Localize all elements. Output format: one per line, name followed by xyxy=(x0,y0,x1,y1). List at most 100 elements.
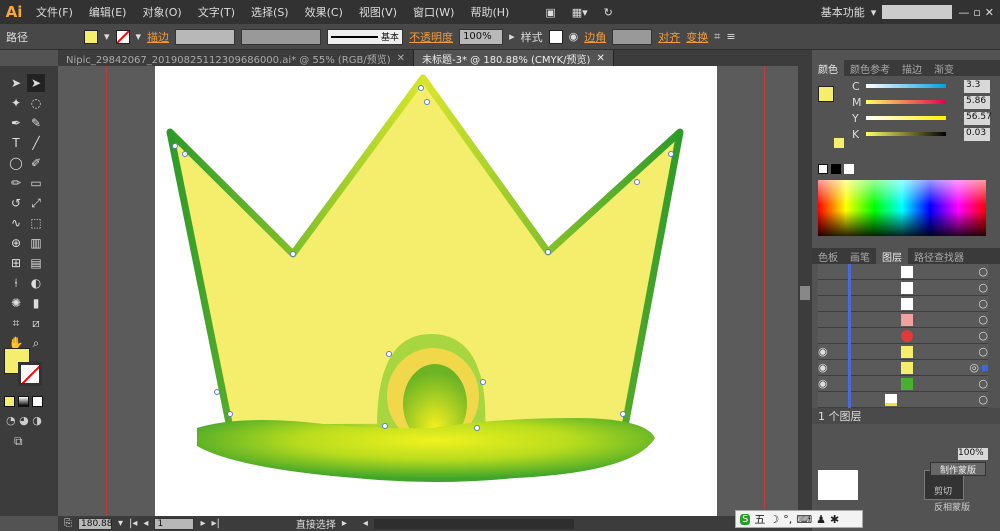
opacity-field[interactable]: 100% xyxy=(459,28,504,45)
stroke-weight-field[interactable] xyxy=(175,28,236,45)
last-artboard-icon[interactable]: ▸| xyxy=(211,518,219,529)
rotate-icon[interactable]: ↺ xyxy=(7,194,25,212)
minimize-icon[interactable]: — xyxy=(958,6,969,19)
stroke-label[interactable]: 描边 xyxy=(147,29,169,45)
zoom-field[interactable]: 180.88 xyxy=(78,517,113,530)
opacity-label[interactable]: 不透明度 xyxy=(409,29,453,45)
stroke-swatch[interactable] xyxy=(115,29,130,44)
ime-settings-icon[interactable]: ✱ xyxy=(830,513,839,526)
tab-brushes[interactable]: 画笔 xyxy=(844,248,876,264)
magenta-value[interactable]: 5.86 xyxy=(964,95,990,109)
recolor-icon[interactable]: ◉ xyxy=(569,30,579,43)
color-mode-icon[interactable] xyxy=(4,396,15,407)
panel-out-of-gamut-icon[interactable] xyxy=(834,138,844,148)
ime-toolbar[interactable]: S 五 ☽ °, ⌨ ♟ ✱ xyxy=(735,510,863,528)
arrange-icon[interactable]: ▦▾ xyxy=(564,6,596,19)
ime-user-icon[interactable]: ♟ xyxy=(816,513,826,526)
tab-color-guide[interactable]: 颜色参考 xyxy=(844,60,896,76)
black-slider[interactable] xyxy=(866,132,946,136)
tab-document-1[interactable]: Nipic_29842067_20190825112309686000.ai* … xyxy=(58,50,414,66)
target-icon[interactable]: ○ xyxy=(978,265,988,278)
tab-close-icon[interactable]: ✕ xyxy=(397,53,405,64)
layer-row[interactable]: ◉ ○ xyxy=(818,375,988,392)
tab-pathfinder[interactable]: 路径查找器 xyxy=(908,248,970,264)
target-icon[interactable]: ○ xyxy=(978,393,988,406)
slice-tool-icon[interactable]: ⧄ xyxy=(27,314,45,332)
none-mode-icon[interactable] xyxy=(32,396,43,407)
magic-wand-icon[interactable]: ✦ xyxy=(7,94,25,112)
draw-mode-icons[interactable]: ◔ ◕ ◑ xyxy=(6,414,42,427)
tab-stroke[interactable]: 描边 xyxy=(896,60,928,76)
eraser-icon[interactable]: ▭ xyxy=(27,174,45,192)
menu-file[interactable]: 文件(F) xyxy=(28,4,81,20)
lasso-icon[interactable]: ◌ xyxy=(27,94,45,112)
white-swatch[interactable] xyxy=(844,164,854,174)
blend-icon[interactable]: ◐ xyxy=(27,274,45,292)
target-icon[interactable]: ○ xyxy=(978,297,988,310)
target-icon[interactable]: ○ xyxy=(978,377,988,390)
workspace-switcher[interactable]: 基本功能 xyxy=(821,4,865,20)
mesh-icon[interactable]: ⊞ xyxy=(7,254,25,272)
cyan-value[interactable]: 3.3 xyxy=(964,79,990,93)
h-scroll-left-icon[interactable]: ◂ xyxy=(363,518,368,529)
corner-field[interactable] xyxy=(612,28,653,45)
screen-mode-icon[interactable]: ⧉ xyxy=(14,434,23,449)
status-menu-icon[interactable]: ▸ xyxy=(342,518,347,529)
perspective-grid-icon[interactable]: ▥ xyxy=(27,234,45,252)
target-icon[interactable]: ○ xyxy=(978,329,988,342)
corner-label[interactable]: 边角 xyxy=(584,29,606,45)
artboard-nav-icon[interactable]: ⎘ xyxy=(64,518,72,529)
layer-row[interactable]: ○ xyxy=(818,311,988,328)
column-graph-icon[interactable]: ▮ xyxy=(27,294,45,312)
bridge-icon[interactable]: ▣ xyxy=(537,6,563,19)
visibility-eye-icon[interactable]: ◉ xyxy=(818,377,834,390)
vertical-scrollbar[interactable] xyxy=(798,50,812,531)
ellipse-tool-icon[interactable]: ◯ xyxy=(7,154,25,172)
brush-style-field[interactable]: 基本 xyxy=(327,28,404,45)
paintbrush-icon[interactable]: ✐ xyxy=(27,154,45,172)
menu-object[interactable]: 对象(O) xyxy=(134,4,189,20)
tab-swatches[interactable]: 色板 xyxy=(812,248,844,264)
gradient-icon[interactable]: ▤ xyxy=(27,254,45,272)
restore-icon[interactable]: ▫ xyxy=(973,6,980,19)
visibility-eye-icon[interactable]: ◉ xyxy=(818,345,834,358)
stroke-color-box[interactable] xyxy=(18,362,42,386)
transparency-opacity-field[interactable]: 100% xyxy=(958,448,988,460)
scroll-thumb[interactable] xyxy=(800,286,810,300)
shape-builder-icon[interactable]: ⊕ xyxy=(7,234,25,252)
search-input[interactable] xyxy=(882,5,953,19)
menu-window[interactable]: 窗口(W) xyxy=(405,4,462,20)
horizontal-scrollbar[interactable] xyxy=(373,518,574,529)
black-swatch[interactable] xyxy=(831,164,841,174)
panel-menu-icon[interactable]: ≡ xyxy=(726,30,735,43)
menu-help[interactable]: 帮助(H) xyxy=(462,4,517,20)
target-icon[interactable]: ◎ xyxy=(969,361,979,374)
layer-row[interactable]: ○ xyxy=(818,327,988,344)
curvature-tool-icon[interactable]: ✎ xyxy=(27,114,45,132)
style-swatch[interactable] xyxy=(548,29,563,44)
tab-layers[interactable]: 图层 xyxy=(876,248,908,264)
gradient-mode-icon[interactable] xyxy=(18,396,29,407)
warp-icon[interactable]: ∿ xyxy=(7,214,25,232)
tab-close-icon[interactable]: ✕ xyxy=(596,53,604,64)
symbol-sprayer-icon[interactable]: ✺ xyxy=(7,294,25,312)
next-artboard-icon[interactable]: ▸ xyxy=(200,518,205,529)
layer-row[interactable]: ○ xyxy=(818,263,988,280)
type-tool-icon[interactable]: T xyxy=(7,134,25,152)
transform-link[interactable]: 变换 xyxy=(686,29,708,45)
close-icon[interactable]: ✕ xyxy=(985,6,994,19)
magenta-slider[interactable] xyxy=(866,100,946,104)
menu-effect[interactable]: 效果(C) xyxy=(297,4,351,20)
layer-row[interactable]: ○ xyxy=(818,391,988,408)
none-swatch[interactable] xyxy=(818,164,828,174)
target-icon[interactable]: ○ xyxy=(978,281,988,294)
pen-tool-icon[interactable]: ✒ xyxy=(7,114,25,132)
ime-punct-icon[interactable]: °, xyxy=(783,513,792,526)
selection-tool-icon[interactable]: ➤ xyxy=(7,74,25,92)
black-value[interactable]: 0.03 xyxy=(964,127,990,141)
first-artboard-icon[interactable]: |◂ xyxy=(129,518,137,529)
color-spectrum[interactable] xyxy=(818,180,986,236)
cyan-slider[interactable] xyxy=(866,84,946,88)
tab-color[interactable]: 颜色 xyxy=(812,60,844,76)
scale-icon[interactable]: ⤢ xyxy=(27,194,45,212)
